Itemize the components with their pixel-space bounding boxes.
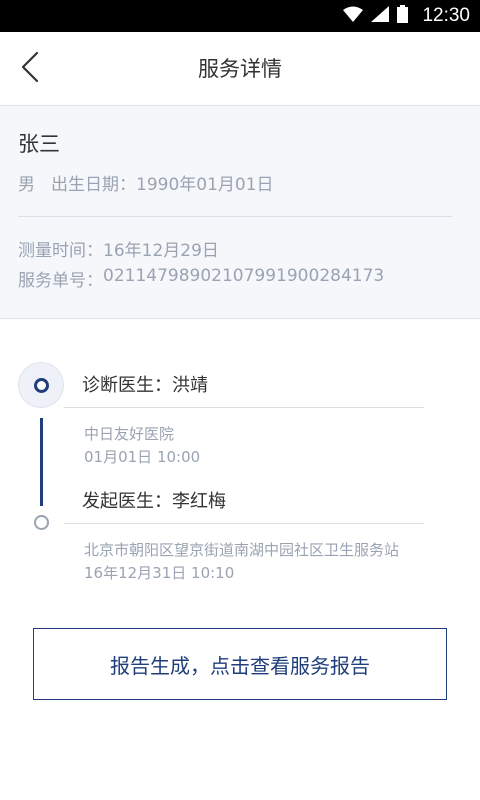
timeline-connector [40,418,43,506]
timeline-node-dot [33,377,49,393]
initiating-doctor-label: 发起医生： [82,491,172,512]
patient-basic-info: 男 出生日期：1990年01月01日 [18,170,274,195]
wifi-icon [343,6,364,26]
initiating-meta: 北京市朝阳区望京街道南湖中园社区卫生服务站 16年12月31日 10:10 [84,539,399,585]
patient-info-panel: 张三 男 出生日期：1990年01月01日 测量时间： 16年12月29日 服务单… [0,106,480,319]
signal-icon [371,6,390,26]
info-divider [18,216,452,217]
initiating-doctor-name: 李红梅 [172,491,226,512]
back-button[interactable] [10,46,50,92]
initiating-hospital: 北京市朝阳区望京街道南湖中园社区卫生服务站 [84,541,400,559]
diagnosing-hospital: 中日友好医院 [84,425,175,443]
timeline-node [34,515,49,530]
measure-time-label: 测量时间： [18,241,103,261]
diagnosing-meta: 中日友好医院 01月01日 10:00 [84,423,200,469]
battery-icon [397,5,409,27]
order-number-row: 服务单号： 02114798902107991900284173 [18,266,384,291]
birth-value: 1990年01月01日 [136,175,274,195]
diagnosing-time: 01月01日 10:00 [84,448,201,466]
diagnosing-doctor-label: 诊断医生： [82,375,172,396]
status-bar: 12:30 [0,0,480,32]
measure-time-value: 16年12月29日 [103,241,219,261]
patient-gender: 男 [18,175,35,195]
chevron-left-icon [20,51,40,87]
timeline-divider [64,523,424,524]
timeline-divider [64,407,424,408]
patient-birth: 出生日期：1990年01月01日 [51,170,274,195]
page-title: 服务详情 [198,57,282,81]
view-report-button[interactable]: 报告生成，点击查看服务报告 [33,628,447,700]
service-timeline: 诊断医生： 洪靖 中日友好医院 01月01日 10:00 发起医生： 李红梅 北京市… [0,320,480,620]
diagnosing-doctor-name: 洪靖 [172,375,208,396]
initiating-time: 16年12月31日 10:10 [84,564,235,582]
birth-label: 出生日期： [51,175,136,195]
measure-time-row: 测量时间： 16年12月29日 [18,236,219,261]
timeline-node-active [18,362,64,408]
status-time: 12:30 [422,5,470,26]
app-header: 服务详情 [0,32,480,106]
diagnosing-doctor: 诊断医生： 洪靖 [82,371,208,397]
status-icons: 12:30 [343,0,470,32]
initiating-doctor: 发起医生： 李红梅 [82,487,226,513]
patient-name: 张三 [18,132,60,156]
order-number-value: 02114798902107991900284173 [103,266,385,286]
order-number-label: 服务单号： [18,271,103,291]
